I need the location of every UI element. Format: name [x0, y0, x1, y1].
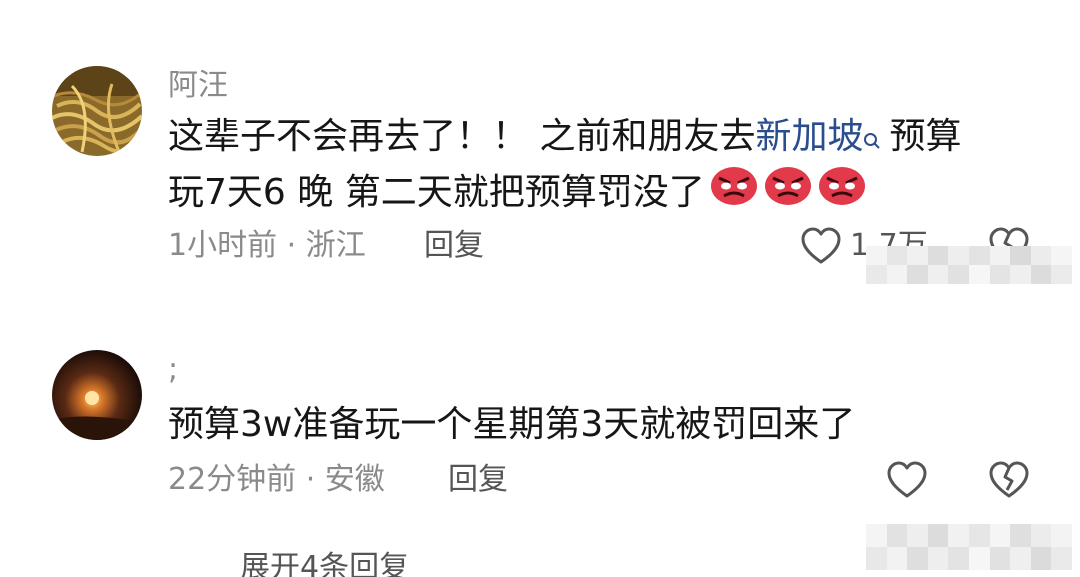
- search-link[interactable]: 新加坡: [755, 116, 863, 157]
- comment-list: 阿汪 这辈子不会再去了！！ 之前和朋友去新加坡 预算 玩7天6 晚 第二天就把预算…: [0, 0, 1080, 577]
- comment-time-location: 1小时前 · 浙江: [168, 228, 366, 263]
- angry-face-emoji: [763, 164, 813, 224]
- angry-face-emoji: [817, 164, 867, 224]
- avatar[interactable]: [52, 350, 142, 440]
- search-icon[interactable]: [863, 110, 881, 168]
- comment-text-line: 玩7天6 晚 第二天就把预算罚没了: [168, 164, 867, 224]
- blur-mosaic: [866, 246, 1072, 284]
- expand-replies-button[interactable]: 展开4条回复: [240, 550, 409, 577]
- comment-text-part: 预算: [889, 116, 962, 157]
- comment-text: 这辈子不会再去了！！ 之前和朋友去新加坡 预算: [168, 108, 961, 168]
- comment-text-part: 玩7天6 晚 第二天就把预算罚没了: [168, 172, 705, 213]
- heart-outline-icon[interactable]: [800, 226, 842, 268]
- blur-mosaic: [866, 524, 1072, 570]
- heart-outline-icon[interactable]: [886, 460, 928, 502]
- username[interactable]: ;: [168, 352, 178, 388]
- username[interactable]: 阿汪: [168, 68, 228, 104]
- angry-face-emoji: [709, 164, 759, 224]
- avatar[interactable]: [52, 66, 142, 156]
- comment-time-location: 22分钟前 · 安徽: [168, 462, 385, 497]
- reply-button[interactable]: 回复: [448, 462, 508, 498]
- broken-heart-icon[interactable]: [988, 460, 1030, 502]
- comment-item: ; 预算3w准备玩一个星期第3天就被罚回来了 22分钟前 · 安徽 回复: [0, 330, 1080, 530]
- comment-item: 阿汪 这辈子不会再去了！！ 之前和朋友去新加坡 预算 玩7天6 晚 第二天就把预算…: [0, 0, 1080, 300]
- reply-button[interactable]: 回复: [424, 228, 484, 264]
- comment-text-part: 这辈子不会再去了！！ 之前和朋友去: [168, 116, 756, 157]
- comment-text: 预算3w准备玩一个星期第3天就被罚回来了: [168, 404, 856, 445]
